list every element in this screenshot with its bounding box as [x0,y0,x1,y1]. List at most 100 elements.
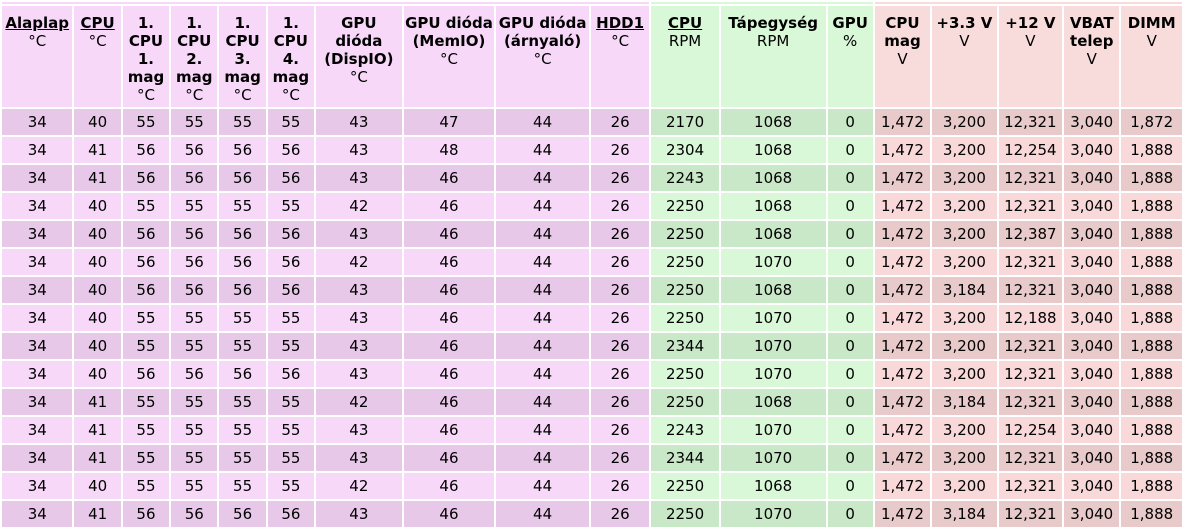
table-cell-cpu-rpm: 2344 [651,333,719,359]
column-header-unit: °C [136,86,155,104]
table-cell-1-cpu-2-mag-c: 55 [171,417,218,443]
table-cell-1-cpu-2-mag-c: 55 [171,333,218,359]
column-header-title: 1. CPU 1. mag [127,14,165,86]
table-cell-alaplap-c: 34 [2,137,73,163]
column-header-unit: °C [233,86,252,104]
column-header-title: GPU [832,14,868,32]
table-cell-cpu-mag-v: 1,472 [874,193,931,219]
column-header-link[interactable]: HDD1 [591,14,649,32]
column-header-2-cpu[interactable]: CPU °C [74,6,121,107]
table-cell-cpu-c: 41 [74,501,121,527]
table-cell-1-cpu-1-mag-c: 56 [122,361,170,387]
table-cell-cpu-c: 40 [74,361,121,387]
table-cell-cpu-c: 40 [74,249,121,275]
table-row: 34 40 56 56 56 56 43 46 44 26 2250 1068 0 1,472 3,184 1… [2,277,1182,303]
table-cell-12-v-v: 12,254 [998,417,1063,443]
table-cell-gpu-di-da-rnyal-c: 44 [496,417,589,443]
table-cell-cpu-rpm: 2304 [651,137,719,163]
table-cell-3-3-v-v: 3,200 [932,417,997,443]
column-header-link[interactable]: Alaplap [2,14,72,32]
table-cell-1-cpu-1-mag-c: 56 [122,501,170,527]
table-cell-1-cpu-3-mag-c: 56 [219,249,266,275]
table-cell-12-v-v: 12,188 [998,305,1063,331]
table-cell-vbat-telep-v: 3,040 [1064,305,1120,331]
table-cell-3-3-v-v: 3,184 [932,389,997,415]
table-cell-hdd1-c: 26 [590,109,650,135]
table-cell-cpu-rpm: 2250 [651,501,719,527]
table-cell-cpu-c: 41 [74,137,121,163]
column-header-title: GPU dióda (MemIO) [405,14,493,50]
table-cell-gpu-di-da-memio-c: 47 [403,109,495,135]
table-cell-3-3-v-v: 3,200 [932,165,997,191]
table-cell-1-cpu-1-mag-c: 55 [122,389,170,415]
table-cell-1-cpu-1-mag-c: 56 [122,165,170,191]
table-cell-gpu-di-da-dispio-c: 43 [316,221,402,247]
table-cell-1-cpu-4-mag-c: 55 [267,445,315,471]
column-header-unit: °C [88,32,107,50]
table-cell-gpu-di-da-memio-c: 46 [403,501,495,527]
table-cell-1-cpu-2-mag-c: 55 [171,109,218,135]
table-cell-1-cpu-3-mag-c: 56 [219,501,266,527]
table-cell-vbat-telep-v: 3,040 [1064,277,1120,303]
table-cell-gpu-pct: 0 [827,221,873,247]
table-cell-gpu-pct: 0 [827,165,873,191]
table-cell-gpu-pct: 0 [827,305,873,331]
table-cell-gpu-di-da-dispio-c: 42 [316,249,402,275]
table-cell-12-v-v: 12,387 [998,221,1063,247]
table-cell-cpu-c: 40 [74,305,121,331]
column-header-10-hdd1[interactable]: HDD1 °C [590,6,650,107]
table-cell-gpu-pct: 0 [827,249,873,275]
table-cell-gpu-di-da-rnyal-c: 44 [496,305,589,331]
table-cell-12-v-v: 12,321 [998,445,1063,471]
column-header-11-cpu[interactable]: CPU RPM [651,6,719,107]
table-cell-1-cpu-3-mag-c: 55 [219,389,266,415]
table-cell-gpu-di-da-memio-c: 46 [403,305,495,331]
column-header-link[interactable]: CPU [74,14,120,32]
column-header-link[interactable]: CPU [651,14,718,32]
table-cell-gpu-pct: 0 [827,193,873,219]
table-cell-cpu-rpm: 2344 [651,445,719,471]
column-header-title: GPU dióda (árnyaló) [498,14,587,50]
table-cell-cpu-mag-v: 1,472 [874,249,931,275]
table-cell-gpu-di-da-rnyal-c: 44 [496,333,589,359]
table-cell-dimm-v: 1,888 [1121,501,1182,527]
table-cell-cpu-rpm: 2250 [651,193,719,219]
table-cell-t-pegys-g-rpm: 1068 [720,277,826,303]
table-cell-cpu-mag-v: 1,472 [874,417,931,443]
column-header-unit: V [1146,32,1157,50]
table-cell-gpu-di-da-rnyal-c: 44 [496,193,589,219]
table-cell-gpu-pct: 0 [827,109,873,135]
table-cell-gpu-di-da-memio-c: 46 [403,333,495,359]
table-cell-dimm-v: 1,888 [1121,277,1182,303]
table-cell-1-cpu-4-mag-c: 56 [267,501,315,527]
table-cell-gpu-di-da-dispio-c: 42 [316,389,402,415]
table-cell-gpu-di-da-dispio-c: 43 [316,165,402,191]
table-cell-cpu-mag-v: 1,472 [874,109,931,135]
table-cell-t-pegys-g-rpm: 1068 [720,221,826,247]
table-header: Alaplap °C CPU °C 1. CPU 1. mag °C 1. CPU 2. m… [2,2,1182,107]
column-header-title: 1. CPU 2. mag [176,14,213,86]
table-cell-cpu-mag-v: 1,472 [874,165,931,191]
table-cell-hdd1-c: 26 [590,221,650,247]
table-cell-dimm-v: 1,888 [1121,165,1182,191]
column-header-1-alaplap[interactable]: Alaplap °C [2,6,73,107]
column-header-6-1-cpu-4-mag: 1. CPU 4. mag °C [267,6,315,107]
table-cell-gpu-pct: 0 [827,389,873,415]
table-cell-1-cpu-3-mag-c: 56 [219,137,266,163]
table-cell-cpu-rpm: 2250 [651,473,719,499]
table-cell-3-3-v-v: 3,200 [932,361,997,387]
table-cell-3-3-v-v: 3,200 [932,473,997,499]
table-cell-alaplap-c: 34 [2,417,73,443]
table-cell-1-cpu-4-mag-c: 55 [267,473,315,499]
table-cell-gpu-di-da-dispio-c: 43 [316,277,402,303]
table-row: 34 41 56 56 56 56 43 48 44 26 2304 1068 0 1,472 3,200 1… [2,137,1182,163]
table-cell-1-cpu-1-mag-c: 56 [122,137,170,163]
table-cell-3-3-v-v: 3,200 [932,109,997,135]
table-cell-vbat-telep-v: 3,040 [1064,473,1120,499]
column-header-row: Alaplap °C CPU °C 1. CPU 1. mag °C 1. CPU 2. m… [2,6,1182,107]
table-cell-12-v-v: 12,321 [998,361,1063,387]
table-cell-cpu-mag-v: 1,472 [874,305,931,331]
table-cell-vbat-telep-v: 3,040 [1064,361,1120,387]
table-cell-1-cpu-3-mag-c: 56 [219,165,266,191]
column-header-17-vbat-telep: VBAT telep V [1064,6,1120,107]
